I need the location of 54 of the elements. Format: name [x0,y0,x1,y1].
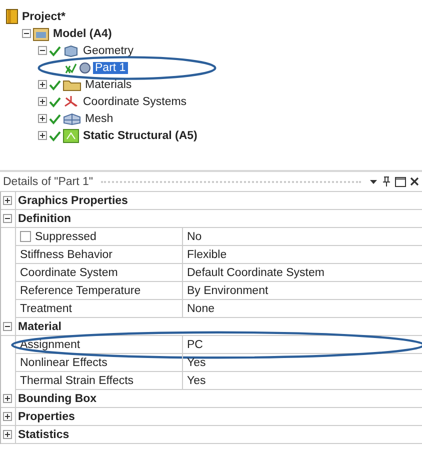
tree-item[interactable]: Coordinate Systems [81,96,189,108]
group-header[interactable]: Material [18,320,62,332]
property-label: Stiffness Behavior [20,248,112,260]
panel-title: Details of "Part 1" [3,176,93,188]
expand-toggle[interactable] [3,196,12,205]
axes-icon [63,94,79,108]
collapse-toggle[interactable] [3,322,12,331]
tree-item[interactable]: Part 1 [93,62,128,74]
expand-toggle[interactable] [3,394,12,403]
mesh-icon [63,112,81,124]
collapse-toggle[interactable] [22,29,31,38]
group-header[interactable]: Definition [18,212,72,224]
tree-item[interactable]: Materials [83,78,134,90]
folder-icon [6,9,18,24]
group-header[interactable]: Properties [18,410,75,422]
group-header[interactable]: Bounding Box [18,392,97,404]
tree-item[interactable]: Static Structural (A5) [81,130,200,142]
expand-toggle[interactable] [3,430,12,439]
model-icon [33,26,49,40]
group-header[interactable]: Statistics [18,428,70,440]
property-value[interactable]: Flexible [183,246,227,263]
property-label: Reference Temperature [20,284,141,296]
property-label: Assignment [20,338,80,350]
property-value[interactable]: Yes [183,372,206,389]
expand-toggle[interactable] [3,412,12,421]
property-value[interactable]: Yes [183,354,206,371]
expand-toggle[interactable] [38,114,47,123]
property-value[interactable]: PC [183,336,203,353]
property-value[interactable]: No [183,228,202,245]
folder-icon [63,78,81,90]
property-label: Nonlinear Effects [20,356,108,368]
expand-toggle[interactable] [38,97,47,106]
tree-item[interactable]: Model (A4) [51,28,114,40]
property-value[interactable]: Default Coordinate System [183,264,324,281]
pin-icon[interactable] [382,176,391,187]
property-label: Treatment [20,302,72,314]
close-icon[interactable] [410,177,419,186]
checkbox[interactable] [20,231,31,242]
property-value[interactable]: By Environment [183,282,268,299]
tree-item[interactable]: Project* [20,10,68,22]
property-label: Suppressed [35,230,96,242]
tree-item[interactable]: Mesh [83,112,116,124]
property-label: Thermal Strain Effects [20,374,134,386]
expand-toggle[interactable] [38,131,47,140]
group-header[interactable]: Graphics Properties [18,194,128,206]
maximize-icon[interactable] [395,176,406,186]
tree-item[interactable]: Geometry [81,44,136,56]
collapse-toggle[interactable] [38,46,47,55]
property-label: Coordinate System [20,266,118,278]
expand-toggle[interactable] [38,80,47,89]
analysis-icon [63,128,79,142]
collapse-toggle[interactable] [3,214,12,223]
dropdown-icon[interactable] [369,177,378,186]
property-value[interactable]: None [183,300,214,317]
